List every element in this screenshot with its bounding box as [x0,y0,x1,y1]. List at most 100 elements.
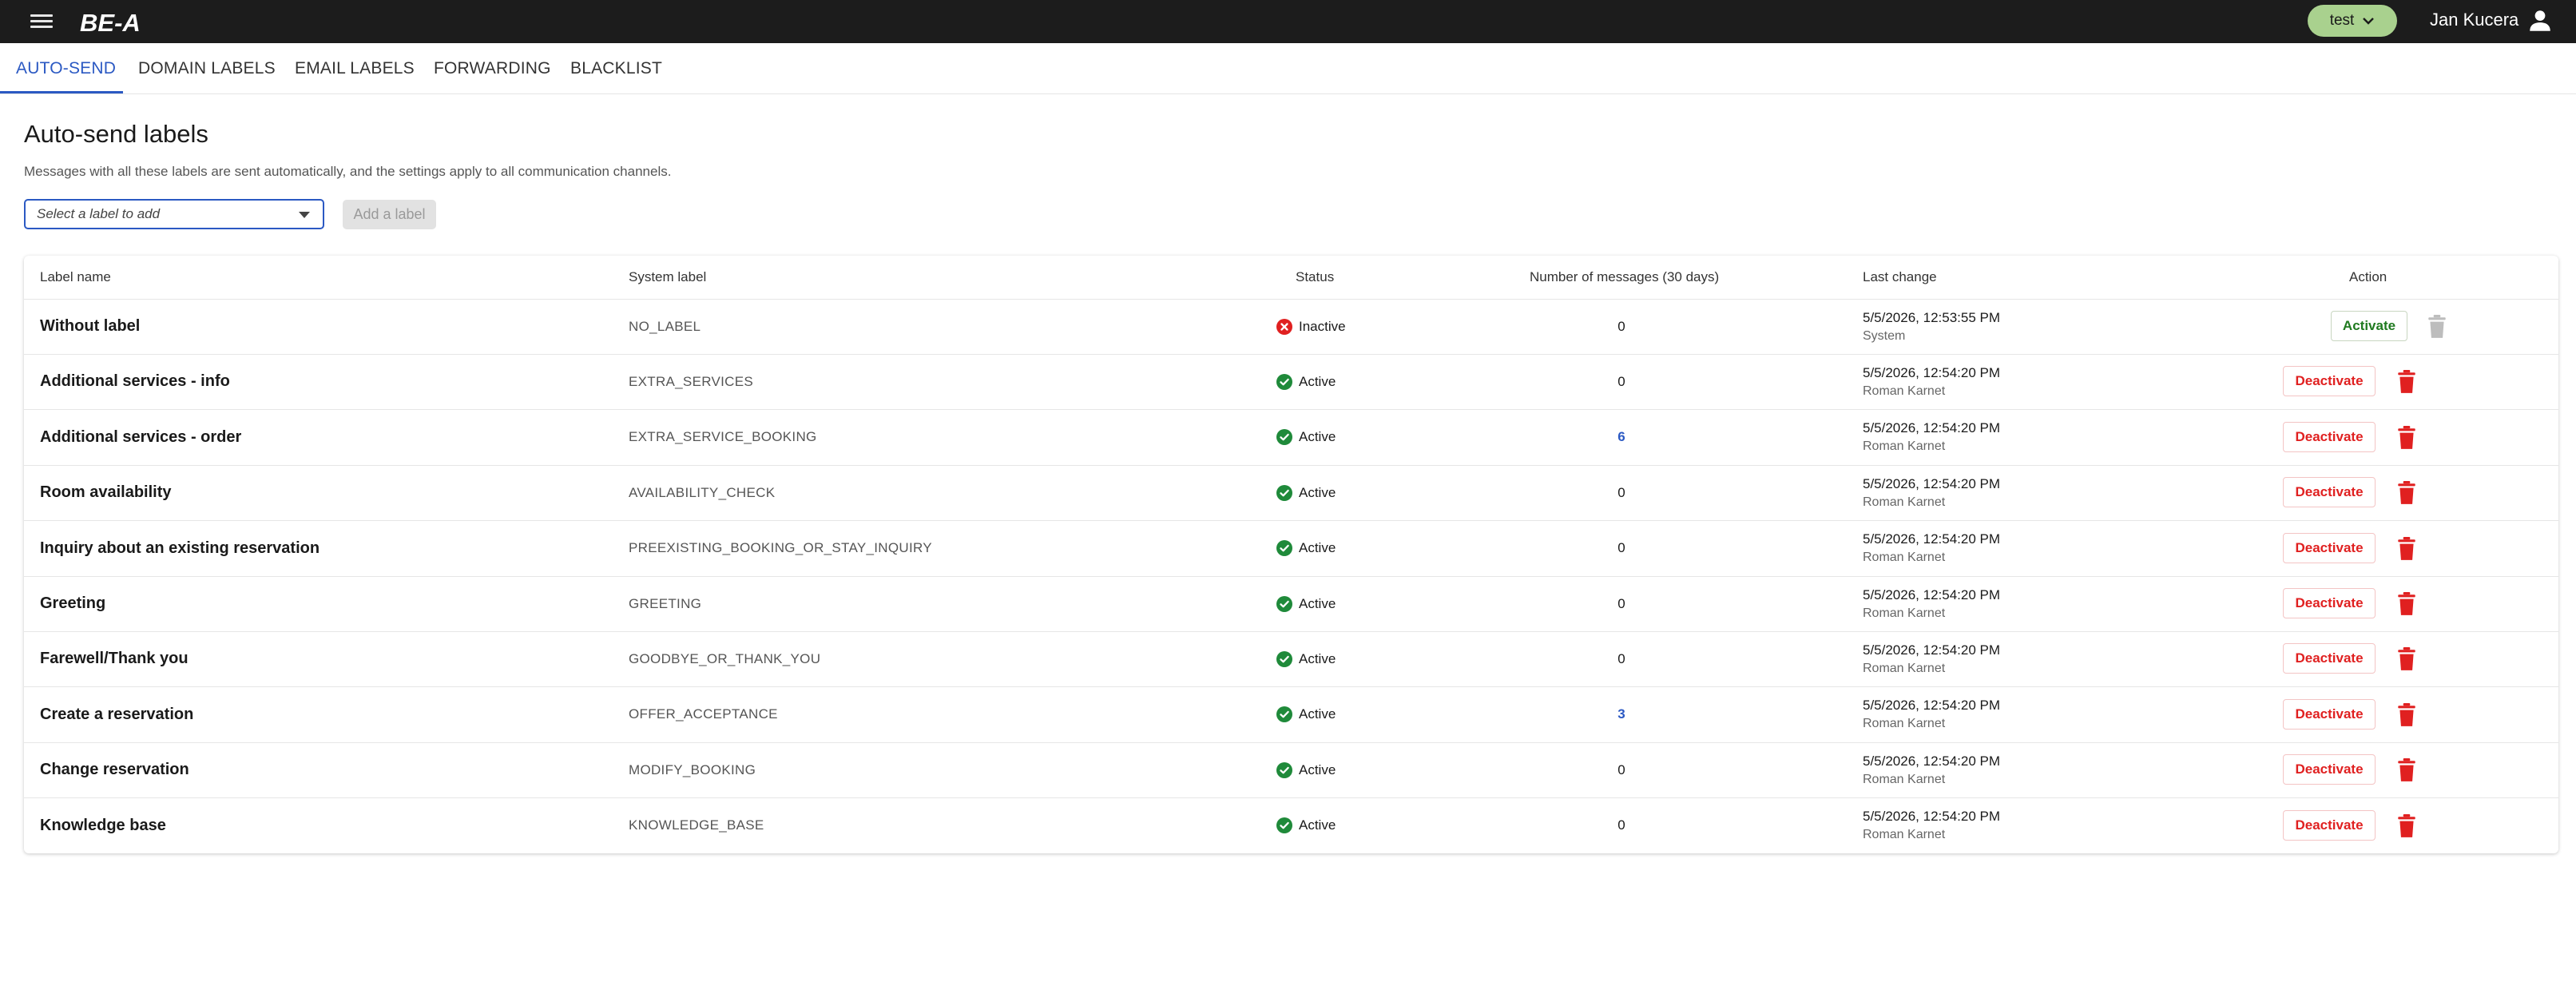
header-system-label: System label [629,269,707,284]
status-text: Inactive [1299,318,1346,334]
last-change-user: Roman Karnet [1863,439,1946,454]
tab-blacklist[interactable]: BLACKLIST [570,43,662,93]
check-circle-icon [1276,817,1292,834]
tab-auto-send[interactable]: AUTO-SEND [16,43,116,93]
deactivate-button[interactable]: Deactivate [2283,421,2376,452]
system-label: MODIFY_BOOKING [629,761,756,777]
message-count: 0 [1617,484,1625,500]
status-cell: Active [1276,354,1356,409]
tab-forwarding[interactable]: FORWARDING [434,43,551,93]
message-count: 0 [1617,540,1625,556]
check-circle-icon [1276,484,1292,501]
last-change-date: 5/5/2026, 12:53:55 PM [1863,309,2001,325]
top-bar: BE-A test Jan Kucera [0,0,2576,43]
check-circle-icon [1276,540,1292,557]
table-row: Additional services - info EXTRA_SERVICES… [24,354,2558,411]
delete-icon[interactable] [2396,370,2417,394]
labels-table: Label name System label Status Number of… [24,256,2558,853]
app-logo[interactable]: BE-A [78,6,150,37]
deactivate-button[interactable]: Deactivate [2283,588,2376,618]
status-text: Active [1299,540,1336,556]
user-name: Jan Kucera [2430,10,2519,30]
action-cell: Activate [2283,299,2467,354]
check-circle-icon [1276,650,1292,667]
add-label-button[interactable]: Add a label [343,200,436,229]
system-label: GREETING [629,595,702,611]
last-change-user: Roman Karnet [1863,828,1946,842]
delete-icon[interactable] [2396,813,2417,838]
status-cell: Active [1276,410,1356,465]
delete-icon[interactable] [2396,592,2417,616]
last-change-user: Roman Karnet [1863,606,1946,620]
deactivate-button[interactable]: Deactivate [2283,643,2376,674]
table-row: Room availability AVAILABILITY_CHECK Activ… [24,465,2558,522]
last-change-cell: 5/5/2026, 12:54:20 PM Roman Karnet [1863,687,2000,742]
deactivate-button[interactable]: Deactivate [2283,477,2376,508]
header-action: Action [2349,269,2387,284]
account-icon[interactable] [2526,7,2554,34]
status-cell: Active [1276,631,1356,686]
status-cell: Active [1276,576,1356,631]
label-select-placeholder: Select a label to add [37,206,161,221]
status-cell: Active [1276,742,1356,797]
last-change-date: 5/5/2026, 12:54:20 PM [1863,586,2001,602]
table-row: Change reservation MODIFY_BOOKING Active 0 5… [24,742,2558,799]
environment-label: test [2329,12,2355,29]
table-row: Farewell/Thank you GOODBYE_OR_THANK_YOU Ac… [24,631,2558,688]
label-name: Room availability [40,483,172,502]
action-cell: Deactivate [2283,742,2467,797]
activate-button[interactable]: Activate [2331,311,2407,341]
last-change-cell: 5/5/2026, 12:54:20 PM Roman Karnet [1863,521,2000,576]
last-change-date: 5/5/2026, 12:54:20 PM [1863,531,2001,547]
last-change-cell: 5/5/2026, 12:53:55 PM System [1863,299,2000,354]
error-circle-icon [1276,318,1292,335]
last-change-cell: 5/5/2026, 12:54:20 PM Roman Karnet [1863,576,2000,631]
tab-email-labels[interactable]: EMAIL LABELS [295,43,415,93]
check-circle-icon [1276,706,1292,723]
deactivate-button[interactable]: Deactivate [2283,532,2376,563]
status-text: Active [1299,650,1336,666]
last-change-date: 5/5/2026, 12:54:20 PM [1863,420,2001,436]
menu-icon[interactable] [30,11,53,32]
delete-icon[interactable] [2396,702,2417,727]
table-row: Inquiry about an existing reservation PRE… [24,521,2558,577]
chevron-down-icon [2363,18,2375,25]
deactivate-button[interactable]: Deactivate [2283,809,2376,841]
check-circle-icon [1276,595,1292,612]
delete-icon[interactable] [2396,758,2417,782]
system-label: GOODBYE_OR_THANK_YOU [629,650,821,666]
environment-selector[interactable]: test [2308,5,2397,37]
message-count[interactable]: 6 [1606,410,1637,465]
last-change-cell: 5/5/2026, 12:54:20 PM Roman Karnet [1863,465,2000,520]
deactivate-button[interactable]: Deactivate [2283,366,2376,397]
delete-icon[interactable] [2396,425,2417,450]
label-name: Inquiry about an existing reservation [40,539,320,557]
deactivate-button[interactable]: Deactivate [2283,698,2376,730]
delete-icon[interactable] [2396,536,2417,561]
action-cell: Deactivate [2283,798,2467,853]
last-change-date: 5/5/2026, 12:54:20 PM [1863,698,2001,714]
message-count: 0 [1617,318,1625,334]
message-count: 0 [1617,761,1625,777]
label-name: Without label [40,317,141,335]
deactivate-button[interactable]: Deactivate [2283,754,2376,785]
label-select[interactable]: Select a label to add [24,199,324,229]
message-count[interactable]: 3 [1606,687,1637,742]
table-header: Label name System label Status Number of… [24,256,2558,300]
delete-icon[interactable] [2396,481,2417,505]
header-messages: Number of messages (30 days) [1530,269,1720,284]
last-change-date: 5/5/2026, 12:54:20 PM [1863,642,2001,658]
status-cell: Active [1276,521,1356,576]
tab-domain-labels[interactable]: DOMAIN LABELS [138,43,276,93]
system-label: AVAILABILITY_CHECK [629,484,776,500]
table-row: Additional services - order EXTRA_SERVICE… [24,410,2558,466]
caret-down-icon [299,212,310,218]
check-circle-icon [1276,373,1292,390]
status-cell: Active [1276,687,1356,742]
system-label: NO_LABEL [629,318,701,334]
last-change-user: Roman Karnet [1863,495,1946,509]
last-change-cell: 5/5/2026, 12:54:20 PM Roman Karnet [1863,631,2000,686]
system-label: PREEXISTING_BOOKING_OR_STAY_INQUIRY [629,540,932,556]
system-label: OFFER_ACCEPTANCE [629,706,778,722]
delete-icon[interactable] [2396,647,2417,671]
